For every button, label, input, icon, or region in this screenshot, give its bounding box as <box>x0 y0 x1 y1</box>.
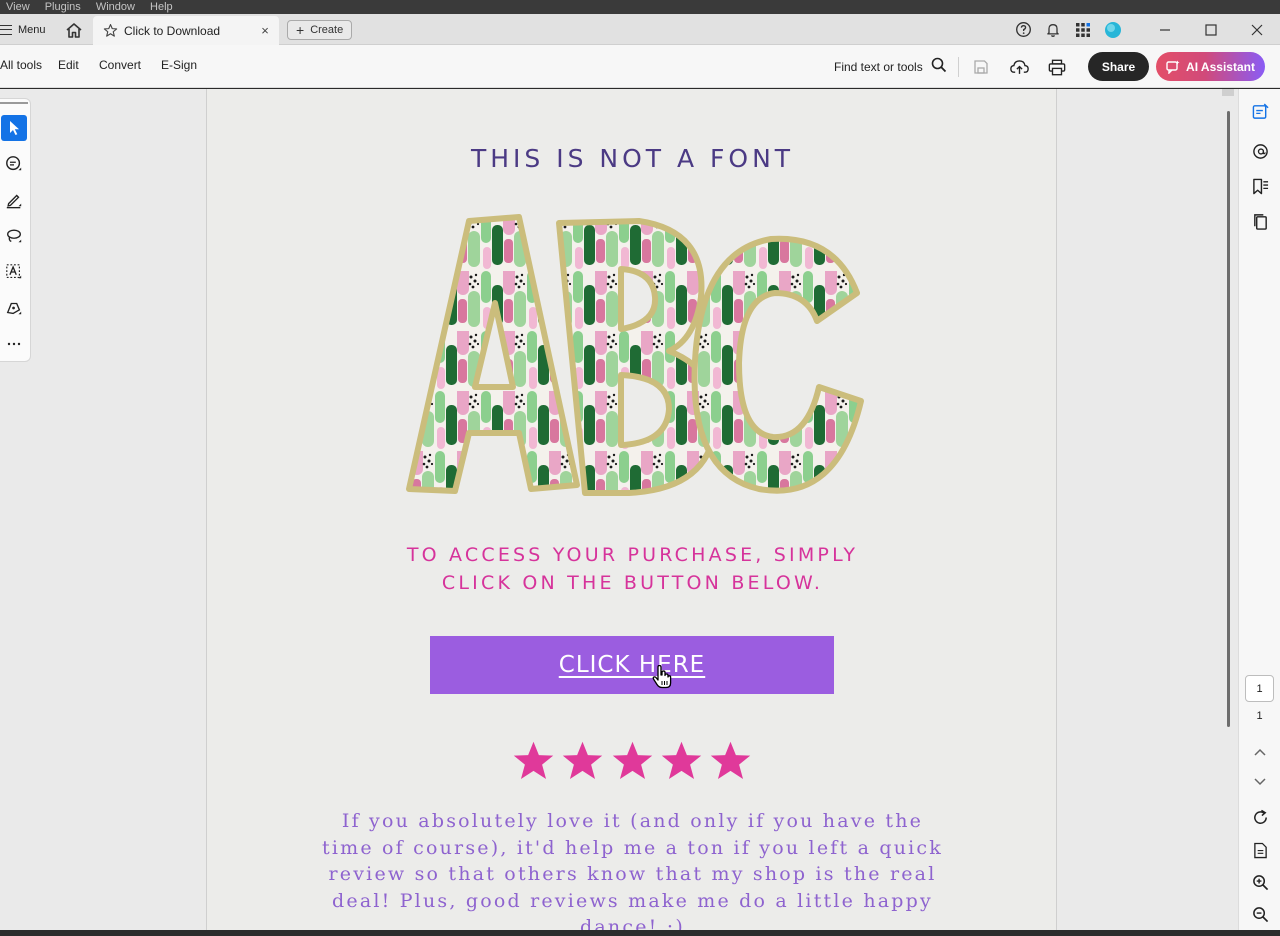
home-icon <box>66 22 82 38</box>
current-page-field[interactable]: 1 <box>1245 675 1274 702</box>
window-controls <box>1008 14 1280 45</box>
abc-glitter-letters-image <box>406 214 864 496</box>
tab-bar: Menu Click to Download × + Create <box>0 14 1280 45</box>
review-line-5: dance! :) <box>580 916 685 930</box>
main-toolbar: All tools Edit Convert E-Sign Find text … <box>0 45 1280 88</box>
bookmark-icon[interactable] <box>1249 175 1271 197</box>
more-horizontal-icon <box>7 342 21 346</box>
star-icon <box>513 741 554 779</box>
taskbar-edge <box>0 930 1280 936</box>
select-tool-button[interactable] <box>1 115 27 141</box>
zoom-out-icon[interactable] <box>1249 903 1271 925</box>
menu-e-sign[interactable]: E-Sign <box>161 58 197 72</box>
edit-panel-icon[interactable] <box>1249 100 1271 122</box>
page-headline: THIS IS NOT A FONT <box>470 144 795 173</box>
review-line-1: If you absolutely love it (and only if y… <box>341 810 924 832</box>
os-menu-view[interactable]: View <box>6 0 30 14</box>
access-instructions: TO ACCESS YOUR PURCHASE, SIMPLY CLICK ON… <box>207 541 1056 597</box>
menu-label: Menu <box>18 24 46 36</box>
search-icon <box>931 57 947 76</box>
zoom-in-icon[interactable] <box>1249 871 1271 893</box>
os-menu-plugins[interactable]: Plugins <box>45 0 81 14</box>
maximize-icon[interactable] <box>1188 14 1234 45</box>
review-line-3: review so that others know that my shop … <box>328 863 937 885</box>
ai-assistant-label: AI Assistant <box>1186 59 1255 74</box>
vertical-scrollbar[interactable] <box>1220 89 1236 930</box>
create-button[interactable]: + Create <box>287 20 353 40</box>
tab-close-icon[interactable]: × <box>258 23 272 38</box>
more-tools-button[interactable] <box>1 331 27 357</box>
pointer-icon <box>10 121 19 135</box>
hand-cursor-icon <box>652 665 672 689</box>
fountain-pen-icon <box>6 302 22 315</box>
avatar[interactable] <box>1102 19 1124 41</box>
pages-icon[interactable] <box>1249 210 1271 232</box>
minimize-icon[interactable] <box>1142 14 1188 45</box>
left-tool-rail <box>0 98 31 362</box>
find-tools-field[interactable]: Find text or tools <box>834 57 947 76</box>
access-line-2: CLICK ON THE BUTTON BELOW. <box>441 572 824 594</box>
toolbar-divider <box>958 57 959 77</box>
review-line-4: deal! Plus, good reviews make me do a li… <box>332 889 933 912</box>
scrollbar-thumb[interactable] <box>1227 111 1230 727</box>
page-up-icon[interactable] <box>1249 741 1271 763</box>
hamburger-icon <box>0 25 12 35</box>
help-icon[interactable] <box>1012 19 1034 41</box>
review-request-text: If you absolutely love it (and only if y… <box>307 808 958 930</box>
os-menu-window[interactable]: Window <box>96 0 135 14</box>
star-icon <box>710 741 751 779</box>
pdf-page: THIS IS NOT A FONT TO ACCESS YOUR PURCHA… <box>206 89 1057 930</box>
bell-icon[interactable] <box>1042 19 1064 41</box>
text-tool-button[interactable] <box>1 259 27 285</box>
text-select-icon <box>6 264 22 279</box>
click-here-button[interactable]: CLICK HERE <box>430 636 834 694</box>
comment-tool-button[interactable] <box>1 151 27 177</box>
close-window-icon[interactable] <box>1234 14 1280 45</box>
lasso-icon <box>7 229 22 243</box>
pen-icon <box>6 194 22 209</box>
find-label: Find text or tools <box>834 59 923 74</box>
scrollbar-cap <box>1222 89 1234 96</box>
share-button[interactable]: Share <box>1088 52 1149 81</box>
draw-tool-button[interactable] <box>1 187 27 213</box>
plus-icon: + <box>296 22 305 38</box>
tab-title: Click to Download <box>124 23 221 38</box>
ai-assistant-icon <box>1166 60 1180 74</box>
save-icon[interactable] <box>970 56 992 78</box>
right-panel-rail: 1 1 <box>1238 89 1280 930</box>
menu-convert[interactable]: Convert <box>99 58 141 72</box>
menu-all-tools[interactable]: All tools <box>0 58 42 72</box>
menu-edit[interactable]: Edit <box>58 58 79 72</box>
access-line-1: TO ACCESS YOUR PURCHASE, SIMPLY <box>406 544 859 566</box>
os-menubar: View Plugins Window Help <box>0 0 1280 14</box>
ai-chat-icon[interactable] <box>1249 140 1271 162</box>
sign-tool-button[interactable] <box>1 295 27 321</box>
star-icon <box>612 741 652 779</box>
review-line-2: time of course), it'd help me a ton if y… <box>322 836 943 859</box>
create-label: Create <box>310 24 344 36</box>
tab-document[interactable]: Click to Download × <box>93 16 279 45</box>
cloud-upload-icon[interactable] <box>1008 56 1030 78</box>
comment-icon <box>6 156 22 171</box>
rotate-icon[interactable] <box>1249 806 1271 828</box>
five-star-rating <box>512 739 752 783</box>
rail-grip[interactable] <box>0 102 28 105</box>
page-fit-icon[interactable] <box>1249 839 1271 861</box>
total-pages: 1 <box>1256 710 1263 722</box>
print-icon[interactable] <box>1046 56 1068 78</box>
star-outline-icon[interactable] <box>102 23 118 39</box>
home-button[interactable] <box>63 20 85 40</box>
apps-grid-icon[interactable] <box>1072 19 1094 41</box>
star-icon <box>661 741 701 779</box>
workspace: THIS IS NOT A FONT TO ACCESS YOUR PURCHA… <box>0 89 1280 930</box>
lasso-tool-button[interactable] <box>1 223 27 249</box>
os-menu-help[interactable]: Help <box>150 0 173 14</box>
ai-assistant-button[interactable]: AI Assistant <box>1156 52 1265 81</box>
star-icon <box>563 741 603 779</box>
menu-button[interactable]: Menu <box>0 19 46 41</box>
page-down-icon[interactable] <box>1249 771 1271 793</box>
